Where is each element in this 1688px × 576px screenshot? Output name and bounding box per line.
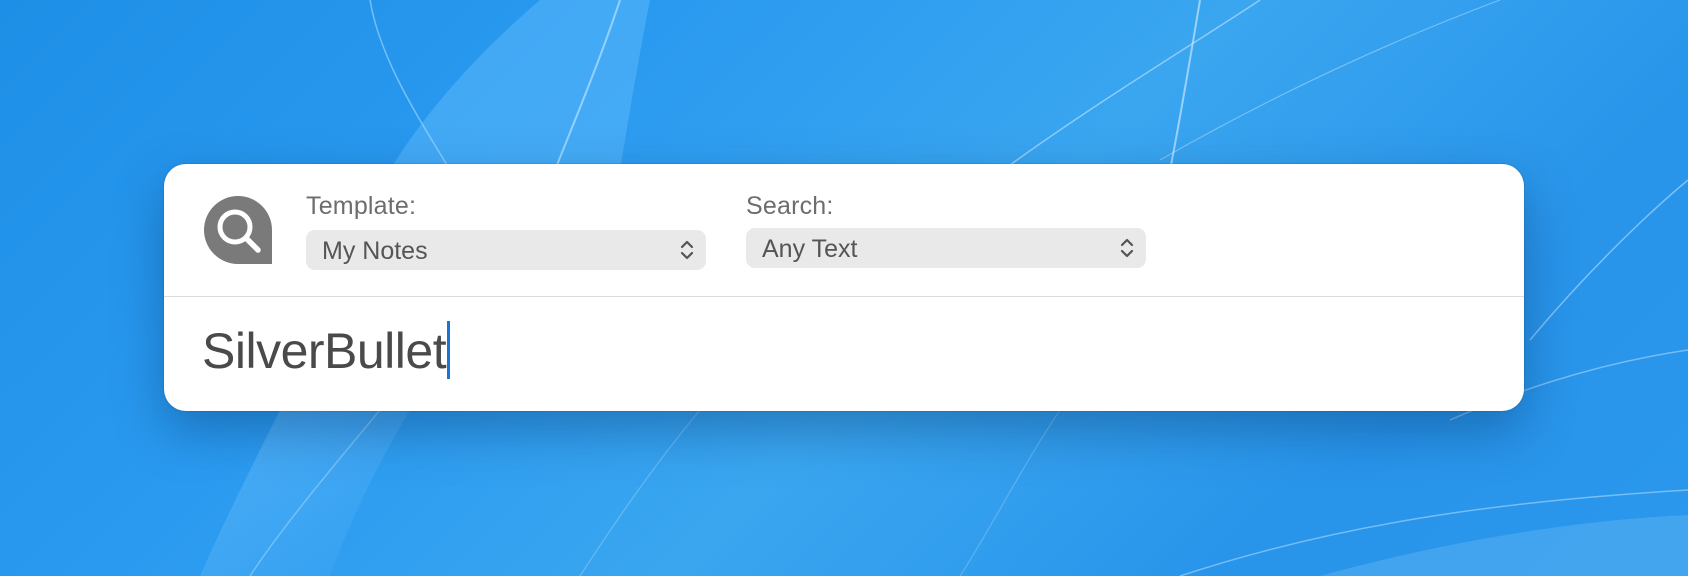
up-down-chevron-icon [1120,238,1134,258]
search-scope-select[interactable]: Any Text [746,228,1146,268]
search-panel: Template: My Notes Search: Any Text Silv… [164,164,1524,411]
template-select-value: My Notes [322,237,428,265]
template-select[interactable]: My Notes [306,230,706,270]
search-query-text: SilverBullet [202,323,447,379]
search-scope-select-value: Any Text [762,235,858,263]
template-label: Template: [306,192,417,220]
search-options-bar: Template: My Notes Search: Any Text [164,164,1524,296]
search-bubble-icon [204,196,272,264]
search-query-text-row: SilverBullet [202,321,451,381]
search-query-field[interactable]: SilverBullet [164,297,1524,411]
text-caret [447,321,451,379]
search-scope-label: Search: [746,192,834,220]
up-down-chevron-icon [680,240,694,260]
